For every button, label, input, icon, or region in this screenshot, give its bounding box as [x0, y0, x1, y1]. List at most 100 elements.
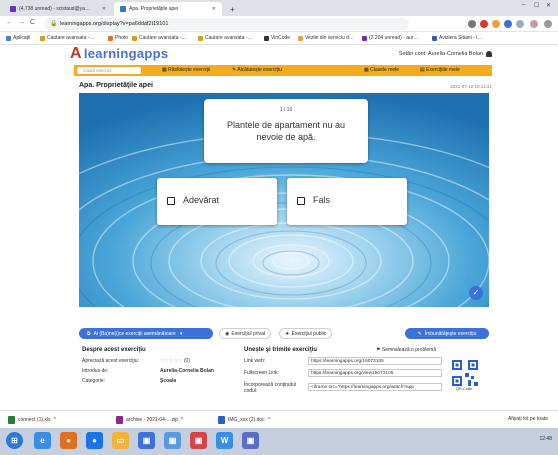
apps-icon — [6, 35, 11, 41]
user-account[interactable]: Setări cont: Aurelia-Cornelia Bolan — [399, 51, 492, 57]
extension-icon[interactable] — [504, 20, 512, 28]
bookmark-item[interactable]: Cautare avansata -… — [198, 35, 253, 41]
url-text: learningapps.org/display?v=pa6ddaf2t1910… — [60, 21, 169, 27]
chevron-up-icon: ^ — [267, 417, 271, 423]
share-web-label: Link web: — [244, 358, 266, 364]
close-window-icon[interactable]: ✕ — [546, 2, 551, 9]
bookmark-item[interactable]: Aplicații — [6, 35, 30, 41]
public-exercise-button[interactable]: ★ Exerciţiul public — [279, 328, 333, 339]
close-icon[interactable]: ✕ — [98, 6, 106, 12]
extension-icon[interactable] — [516, 20, 524, 28]
download-label: connect (1).xls — [18, 417, 51, 423]
question-text: Plantele de apartament nu au nevoie de a… — [226, 120, 346, 142]
search-input[interactable]: Caută exerciţii — [77, 67, 141, 74]
maximize-icon[interactable]: ☐ — [534, 2, 539, 9]
minimize-icon[interactable]: – — [522, 2, 525, 8]
similar-exercises-button[interactable]: ⧉ Ai (Ba)ne(i)ce exerciţii asemănătoare … — [79, 328, 213, 339]
nav-create-exercise[interactable]: ✎ Alcătuiește exerciţiu — [232, 67, 282, 73]
bookmark-item[interactable]: Photo — [108, 35, 128, 41]
browser-tab-bar: (4.738 unread) - scistaud@ya… ✕ Apa. Pro… — [0, 0, 558, 16]
new-tab-button[interactable]: + — [224, 2, 236, 16]
report-problem-link[interactable]: ⚑ Semnalează o problemă — [376, 347, 436, 353]
chrome-icon[interactable]: ● — [86, 432, 103, 449]
start-icon[interactable]: ⊞ — [6, 432, 23, 449]
file-icon — [116, 416, 123, 424]
improve-exercise-button[interactable]: ✎ Îmbunătăţeşte exerciţiu — [405, 328, 489, 339]
about-heading: Despre acest exerciţiu — [82, 347, 146, 353]
site-nav-bar: Caută exerciţii ▦ Răsfoiește exerciţii ✎… — [74, 65, 492, 76]
fullscreen-link-field[interactable]: https://learningapps.org/view15073105 — [308, 369, 442, 377]
answer-false-button[interactable]: Fals — [287, 178, 407, 225]
nav-my-exercises[interactable]: ▤ Exerciţiile mele — [420, 67, 460, 73]
menu-icon[interactable] — [544, 20, 552, 28]
about-category-value[interactable]: Școala — [160, 378, 176, 384]
show-all-downloads-link[interactable]: Afișați tot pe toate — [508, 416, 548, 422]
bookmark-item[interactable]: (2.204 unread) - aur… — [362, 35, 418, 41]
close-icon[interactable]: ✕ — [208, 6, 216, 12]
firefox-icon[interactable]: ● — [60, 432, 77, 449]
improve-exercise-label: Îmbunătăţeşte exerciţiu — [424, 330, 477, 337]
star-icon[interactable] — [468, 20, 476, 28]
forward-icon[interactable]: → — [18, 19, 25, 26]
download-item[interactable]: archive - 2021-04-…zip ^ — [116, 416, 183, 424]
taskbar-clock[interactable]: 12:48 — [539, 436, 552, 442]
answer-label: Adevărat — [183, 195, 220, 205]
reload-icon[interactable]: C — [30, 19, 35, 26]
rating-stars[interactable]: ☆☆☆☆☆ (0) — [160, 358, 190, 364]
bookmark-label: Cautare avansata -… — [47, 35, 95, 41]
avatar[interactable] — [530, 20, 538, 28]
download-item[interactable]: connect (1).xls ^ — [8, 416, 56, 424]
nav-my-classes[interactable]: ▦ Clasele mele — [364, 67, 399, 73]
nav-label: Exerciţiile mele — [426, 67, 460, 73]
extension-icon[interactable] — [492, 20, 500, 28]
app-icon[interactable]: ▣ — [190, 432, 207, 449]
pencil-icon: ✎ — [417, 330, 422, 337]
download-label: IMG_xxx (2).doc — [228, 417, 265, 423]
bookmark-item[interactable]: Aviziera Sitiani - I… — [432, 35, 483, 41]
embed-code-field[interactable]: <iframe src="https://learningapps.org/wa… — [308, 383, 442, 391]
private-exercise-button[interactable]: ◉ Exerciţiul privat — [219, 328, 272, 339]
rating-count: (0) — [183, 358, 190, 364]
similar-exercises-label: Ai (Ba)ne(i)ce exerciţii asemănătoare — [93, 330, 176, 337]
url-input[interactable]: 🔒 learningapps.org/display?v=pa6ddaf2t19… — [44, 18, 409, 30]
app-icon[interactable]: ▣ — [242, 432, 259, 449]
download-item[interactable]: IMG_xxx (2).doc ^ — [218, 416, 270, 424]
bookmark-label: Cautare avansata -… — [139, 35, 187, 41]
web-link-field[interactable]: https://learningapps.org/15073105 — [308, 357, 442, 365]
site-header: Alearningapps Setări cont: Aurelia-Corne… — [62, 45, 496, 65]
bookmark-item[interactable]: Vezile din serviciu d… — [298, 35, 354, 41]
checkbox-icon — [297, 197, 305, 205]
bookmark-icon — [132, 35, 137, 41]
about-author-value[interactable]: Aurelia-Cornelia Bolan — [160, 368, 214, 374]
about-section: Despre acest exerciţiu Apreciază acest e… — [82, 347, 242, 384]
learningapps-logo[interactable]: Alearningapps — [70, 45, 168, 63]
checkbox-icon — [167, 197, 175, 205]
bookmark-icon — [40, 35, 45, 41]
question-counter: 1 / 10 — [279, 107, 293, 113]
nav-browse-exercises[interactable]: ▦ Răsfoiește exerciţii — [162, 67, 210, 73]
bookmark-item[interactable]: VinCode — [264, 35, 290, 41]
app-icon[interactable]: ▣ — [164, 432, 181, 449]
tab-email[interactable]: (4.738 unread) - scistaud@ya… ✕ — [4, 2, 112, 16]
back-icon[interactable]: ← — [6, 19, 13, 26]
bookmark-item[interactable]: Cautare avansata -… — [40, 35, 95, 41]
bookmark-label: Aviziera Sitiani - I… — [439, 35, 483, 41]
bookmark-item[interactable]: Cautare avansata -… — [132, 35, 187, 41]
nav-label: Alcătuiește exerciţiu — [237, 67, 282, 73]
check-answer-button[interactable]: ✓ — [469, 286, 483, 300]
nav-label: Clasele mele — [370, 67, 400, 73]
logo-text: learningapps — [83, 46, 169, 61]
folder-icon[interactable]: ▭ — [112, 432, 129, 449]
word-icon[interactable]: W — [216, 432, 233, 449]
ie-icon[interactable]: e — [34, 432, 51, 449]
answer-label: Fals — [313, 195, 331, 205]
extension-icon[interactable] — [480, 20, 488, 28]
qr-code-image[interactable] — [452, 360, 478, 386]
public-exercise-label: Exerciţiul public — [291, 330, 327, 337]
windows-taskbar: ⊞ e ● ● ▭ ▣ ▣ ▣ W ▣ 12:48 — [0, 428, 558, 455]
bookmark-label: Photo — [115, 35, 129, 41]
tab-learningapps[interactable]: Apa. Proprietăţile apei ✕ — [114, 2, 222, 16]
answer-true-button[interactable]: Adevărat — [157, 178, 277, 225]
app-icon[interactable]: ▣ — [138, 432, 155, 449]
private-exercise-label: Exerciţiul privat — [231, 330, 266, 337]
